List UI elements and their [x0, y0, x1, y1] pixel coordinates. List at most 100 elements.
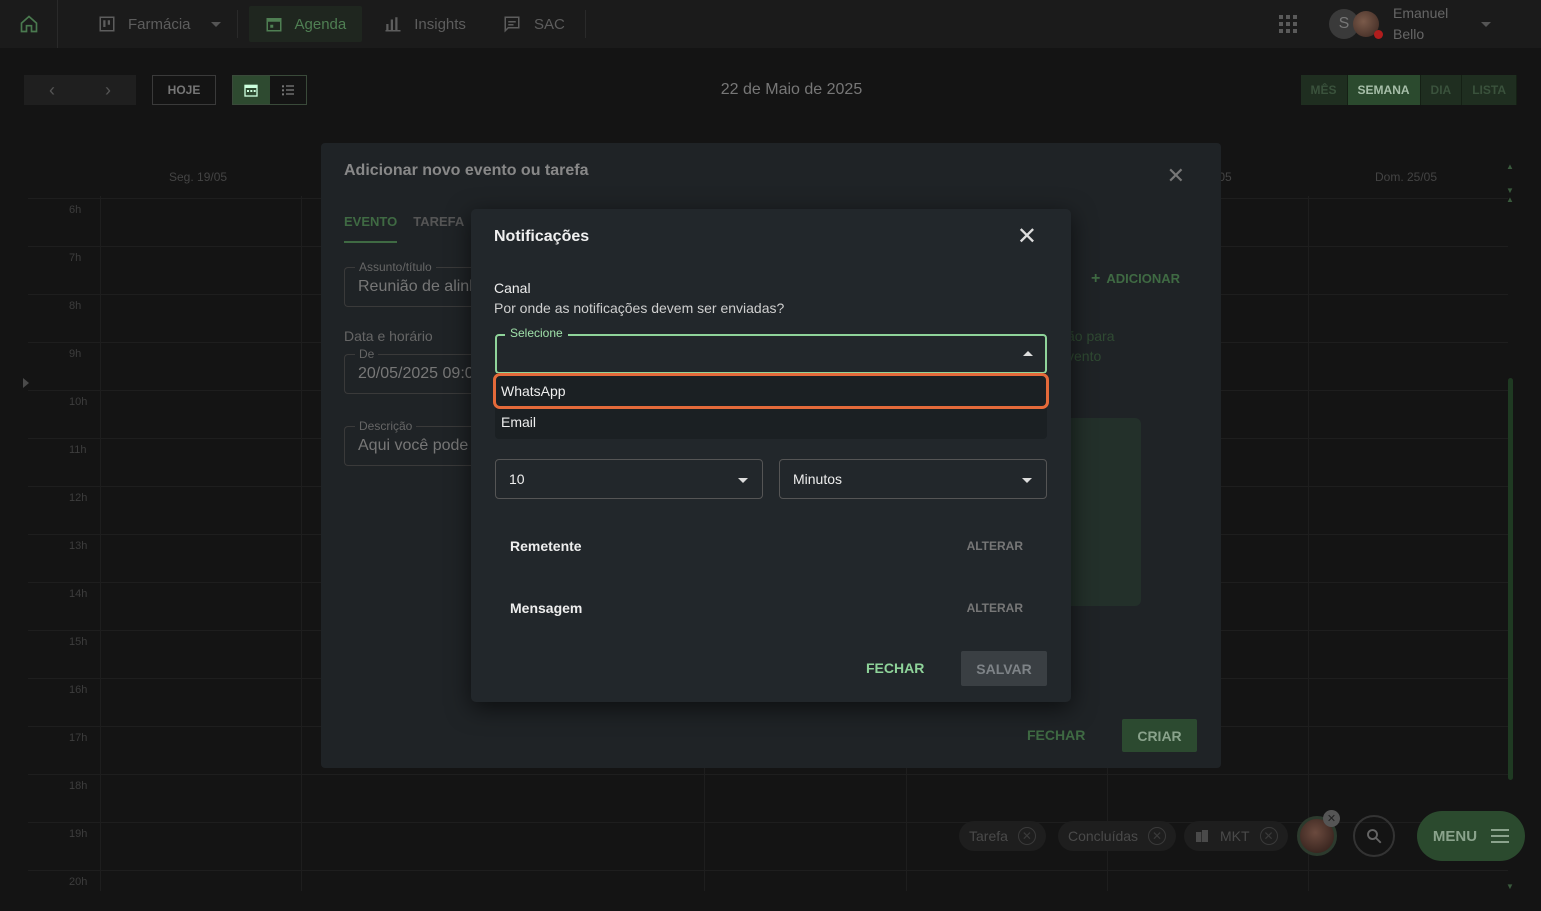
channel-help-text: Por onde as notificações devem ser envia… [494, 300, 785, 316]
hour-label: 19h [69, 828, 88, 840]
description-label: Descrição [355, 419, 417, 433]
hour-row[interactable]: 20h [28, 870, 1508, 911]
change-message-button[interactable]: ALTERAR [967, 601, 1023, 615]
hamburger-icon [1491, 829, 1510, 843]
close-button[interactable]: FECHAR [866, 660, 924, 676]
close-icon[interactable]: ✕ [1148, 827, 1167, 845]
menu-label: MENU [1432, 827, 1478, 845]
nav-farmacia[interactable]: Farmácia [82, 6, 237, 42]
home-button[interactable] [0, 0, 58, 48]
close-icon[interactable]: ✕ [1017, 225, 1037, 249]
chip-label: Concluídas [1068, 828, 1139, 844]
tab-task[interactable]: TAREFA [413, 214, 464, 243]
close-icon[interactable]: ✕ [1167, 163, 1185, 189]
event-dialog-tabs: EVENTO TAREFA [344, 214, 464, 243]
close-button[interactable]: FECHAR [1027, 727, 1085, 743]
menu-button[interactable]: MENU [1417, 811, 1525, 861]
from-value: 20/05/2025 09:00 [358, 365, 483, 382]
filter-chip-mkt[interactable]: MKT ✕ [1184, 821, 1288, 851]
chevron-down-icon [210, 21, 221, 27]
nav-divider [236, 10, 238, 38]
expand-arrow-icon[interactable] [23, 378, 29, 388]
filter-chip-concluidas[interactable]: Concluídas ✕ [1058, 821, 1177, 851]
scroll-down-icon[interactable]: ▼ [1506, 882, 1514, 891]
unit-select[interactable]: Minutos [779, 459, 1047, 499]
calendar-icon [266, 18, 282, 32]
hour-label: 13h [69, 540, 88, 552]
board-icon [99, 16, 115, 32]
create-button[interactable]: CRIAR [1122, 719, 1197, 752]
tab-week[interactable]: SEMANA [1347, 75, 1421, 105]
nav-sac-label: SAC [533, 15, 565, 33]
nav-sac[interactable]: SAC [486, 6, 581, 42]
tab-event[interactable]: EVENTO [344, 214, 398, 243]
nav-agenda-label: Agenda [294, 15, 347, 33]
scrollbar[interactable] [1508, 378, 1513, 780]
scroll-toggle-icon[interactable]: ▼ ▲ [1506, 186, 1514, 204]
avatar-initial: S [1338, 15, 1350, 32]
hour-row[interactable]: 18h [28, 774, 1508, 822]
apps-grid-icon[interactable] [1279, 15, 1297, 33]
illustration [1061, 418, 1141, 606]
chip-label: Tarefa [969, 828, 1008, 844]
close-icon[interactable]: ✕ [1323, 810, 1340, 827]
tab-list[interactable]: LISTA [1462, 75, 1517, 105]
tab-day[interactable]: DIA [1420, 75, 1463, 105]
day-header[interactable]: Dom. 25/05 [1375, 170, 1437, 184]
datetime-section-label: Data e horário [344, 328, 433, 344]
option-email[interactable]: Email [501, 414, 536, 430]
hour-label: 9h [69, 348, 82, 360]
nav-insights[interactable]: Insights [368, 6, 482, 42]
status-dot [1374, 30, 1383, 39]
user-last-name: Bello [1393, 26, 1425, 42]
tab-month[interactable]: MÊS [1300, 75, 1348, 105]
unit-value: Minutos [793, 471, 843, 487]
save-button[interactable]: SALVAR [961, 651, 1047, 686]
add-button[interactable]: + ADICIONAR [1091, 270, 1180, 288]
option-whatsapp-label: WhatsApp [501, 383, 566, 399]
message-label: Mensagem [510, 600, 583, 616]
user-filter-avatar[interactable]: ✕ [1297, 810, 1340, 856]
hour-label: 7h [69, 252, 82, 264]
channel-select[interactable]: Selecione [495, 326, 1047, 374]
calendar-toolbar: ‹ › HOJE 22 de Maio de 2025 MÊS SEMANA D… [0, 62, 1541, 118]
day-header[interactable]: Seg. 19/05 [169, 170, 227, 184]
range-tabs: MÊS SEMANA DIA LISTA [1300, 75, 1517, 105]
search-icon [1367, 829, 1382, 844]
amount-value: 10 [509, 471, 525, 487]
from-field[interactable]: De 20/05/2025 09:00 [344, 347, 484, 394]
nav-divider [584, 10, 586, 38]
hour-label: 18h [69, 780, 88, 792]
event-dialog-title: Adicionar novo evento ou tarefa [344, 162, 589, 179]
close-icon[interactable]: ✕ [1017, 827, 1036, 845]
hour-label: 10h [69, 396, 88, 408]
chevron-down-icon [1022, 478, 1032, 483]
amount-select[interactable]: 10 [495, 459, 763, 499]
chevron-down-icon[interactable] [1481, 21, 1491, 27]
subject-field[interactable]: Assunto/título Reunião de alinhamento [344, 260, 484, 307]
bar-chart-icon [385, 17, 401, 32]
hour-label: 20h [69, 876, 88, 888]
chat-icon [504, 16, 520, 33]
description-field[interactable]: Descrição Aqui você pode [344, 419, 484, 466]
user-first-name: Emanuel [1393, 5, 1449, 21]
filter-chip-tarefa[interactable]: Tarefa ✕ [959, 821, 1046, 851]
plus-icon: + [1091, 270, 1101, 287]
chevron-up-icon [1023, 351, 1033, 356]
notifications-title: Notificações [494, 228, 590, 245]
add-label: ADICIONAR [1106, 271, 1181, 286]
search-button[interactable] [1353, 815, 1395, 857]
change-sender-button[interactable]: ALTERAR [967, 539, 1023, 553]
nav-farmacia-label: Farmácia [128, 15, 191, 33]
hour-label: 15h [69, 636, 88, 648]
channel-label: Canal [494, 280, 531, 296]
option-whatsapp[interactable]: WhatsApp [493, 373, 1049, 409]
scroll-up-icon[interactable]: ▲ [1506, 162, 1514, 171]
close-icon[interactable]: ✕ [1259, 827, 1278, 845]
user-name[interactable]: Emanuel Bello [1393, 3, 1481, 45]
nav-agenda[interactable]: Agenda [248, 6, 363, 42]
user-photo[interactable] [1353, 11, 1383, 39]
home-icon [20, 15, 37, 33]
subject-value: Reunião de alinhamento [358, 278, 484, 295]
building-icon [1196, 830, 1208, 842]
